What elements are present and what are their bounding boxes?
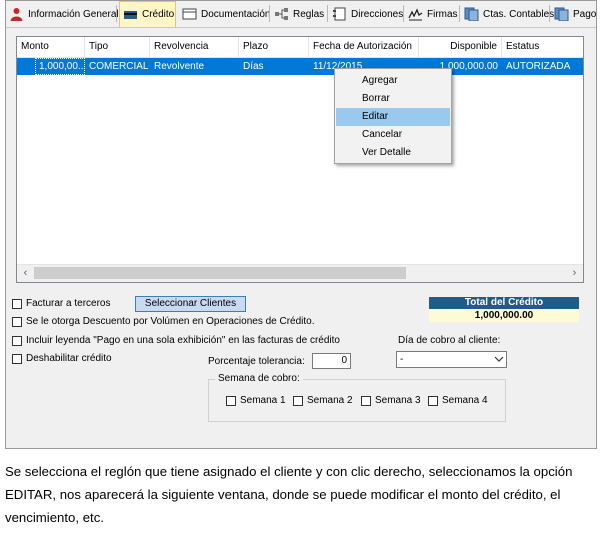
payments-icon	[554, 7, 569, 22]
scrollbar-thumb[interactable]	[34, 267, 406, 279]
descuento-volumen-checkbox[interactable]	[12, 317, 22, 327]
tab-label: Crédito	[142, 9, 175, 20]
total-credito-value: 1,000,000.00	[429, 309, 579, 322]
porcentaje-tolerancia-label: Porcentaje tolerancia:	[208, 356, 305, 367]
document-icon	[182, 7, 197, 21]
tab-direcciones[interactable]: Direcciones	[329, 3, 404, 25]
facturar-terceros-checkbox[interactable]	[12, 299, 22, 309]
scroll-right-icon[interactable]: ›	[566, 265, 583, 281]
tab-label: Direcciones	[351, 8, 404, 20]
table-row[interactable]: 1,000,00... COMERCIAL Revolvente Días 11…	[17, 58, 583, 75]
accounts-icon	[464, 7, 479, 22]
tab-firmas[interactable]: Firmas	[405, 3, 458, 25]
seleccionar-clientes-button[interactable]: Seleccionar Clientes	[135, 296, 246, 312]
facturar-terceros-label: Facturar a terceros	[26, 298, 111, 309]
tab-credito[interactable]: Crédito	[119, 1, 176, 27]
menu-item-ver-detalle[interactable]: Ver Detalle	[336, 144, 450, 162]
tab-separator	[403, 5, 404, 22]
tab-pagos[interactable]: Pagos A	[551, 3, 596, 25]
semana-1-label: Semana 1	[240, 395, 286, 406]
semana-1-checkbox[interactable]	[226, 396, 236, 406]
credit-grid[interactable]: Monto Tipo Revolvencia Plazo Fecha de Au…	[16, 36, 584, 283]
menu-item-agregar[interactable]: Agregar	[336, 72, 450, 90]
grid-header: Monto Tipo Revolvencia Plazo Fecha de Au…	[17, 37, 583, 58]
signature-icon	[408, 7, 423, 21]
porcentaje-tolerancia-input[interactable]: 0	[312, 353, 351, 369]
client-window: Información General Crédito Documentació…	[5, 0, 597, 449]
tab-separator	[269, 5, 270, 22]
cell-estatus[interactable]: AUTORIZADA	[502, 58, 583, 75]
deshabilitar-credito-label: Deshabilitar crédito	[26, 353, 112, 364]
semana-4-checkbox[interactable]	[428, 396, 438, 406]
tab-bar: Información General Crédito Documentació…	[6, 1, 596, 28]
descuento-volumen-label: Se le otorga Descuento por Volúmen en Op…	[26, 316, 315, 327]
semana-2-label: Semana 2	[307, 395, 353, 406]
cell-revolvencia[interactable]: Revolvente	[150, 58, 239, 75]
caption-text: Se selecciona el reglón que tiene asigna…	[5, 464, 573, 525]
incluir-leyenda-label: Incluir leyenda "Pago en una sola exhibi…	[26, 335, 340, 346]
rules-icon	[274, 7, 289, 21]
cell-plazo[interactable]: Días	[239, 58, 309, 75]
tab-separator	[327, 5, 328, 22]
card-icon	[123, 8, 138, 22]
tab-label: Firmas	[427, 8, 458, 20]
tab-label: Reglas	[293, 8, 325, 20]
column-header-tipo[interactable]: Tipo	[85, 37, 150, 57]
column-header-fecha[interactable]: Fecha de Autorización	[309, 37, 419, 57]
semana-3-label: Semana 3	[375, 395, 421, 406]
person-icon	[9, 7, 24, 21]
total-credito-header: Total del Crédito	[429, 297, 579, 309]
tab-reglas[interactable]: Reglas	[271, 3, 325, 25]
tab-documentacion[interactable]: Documentación	[179, 3, 271, 25]
address-book-icon	[332, 7, 347, 21]
column-header-plazo[interactable]: Plazo	[239, 37, 309, 57]
horizontal-scrollbar[interactable]: ‹ ›	[17, 264, 583, 282]
semana-cobro-group: Semana de cobro: Semana 1 Semana 2 Seman…	[208, 373, 506, 422]
dia-cobro-label: Día de cobro al cliente:	[398, 335, 501, 346]
tab-separator	[116, 5, 117, 22]
semana-cobro-title: Semana de cobro:	[215, 373, 303, 384]
column-header-monto[interactable]: Monto	[17, 37, 85, 57]
tab-informacion-general[interactable]: Información General	[6, 3, 119, 25]
tab-separator	[459, 5, 460, 22]
scroll-left-icon[interactable]: ‹	[17, 265, 34, 281]
semana-4-label: Semana 4	[442, 395, 488, 406]
cell-monto[interactable]: 1,000,00...	[35, 58, 85, 75]
semana-3-checkbox[interactable]	[361, 396, 371, 406]
column-header-disponible[interactable]: Disponible	[419, 37, 502, 57]
chevron-down-icon[interactable]	[494, 352, 504, 371]
context-menu: Agregar Borrar Editar Cancelar Ver Detal…	[334, 68, 452, 164]
dia-cobro-select[interactable]: -	[396, 351, 507, 368]
tab-label: Ctas. Contables	[483, 8, 555, 20]
tab-label: Información General	[28, 8, 119, 20]
cell-tipo[interactable]: COMERCIAL	[85, 58, 150, 75]
tab-ctas-contables[interactable]: Ctas. Contables	[461, 3, 554, 25]
incluir-leyenda-checkbox[interactable]	[12, 336, 22, 346]
semana-2-checkbox[interactable]	[293, 396, 303, 406]
tab-label: Documentación	[201, 8, 271, 20]
tab-separator	[549, 5, 550, 22]
menu-item-cancelar[interactable]: Cancelar	[336, 126, 450, 144]
deshabilitar-credito-checkbox[interactable]	[12, 354, 22, 364]
column-header-revolvencia[interactable]: Revolvencia	[150, 37, 239, 57]
menu-item-editar[interactable]: Editar	[336, 108, 450, 126]
tab-label: Pagos A	[573, 8, 596, 20]
menu-item-borrar[interactable]: Borrar	[336, 90, 450, 108]
dia-cobro-value: -	[400, 354, 404, 365]
column-header-estatus[interactable]: Estatus	[502, 37, 583, 57]
